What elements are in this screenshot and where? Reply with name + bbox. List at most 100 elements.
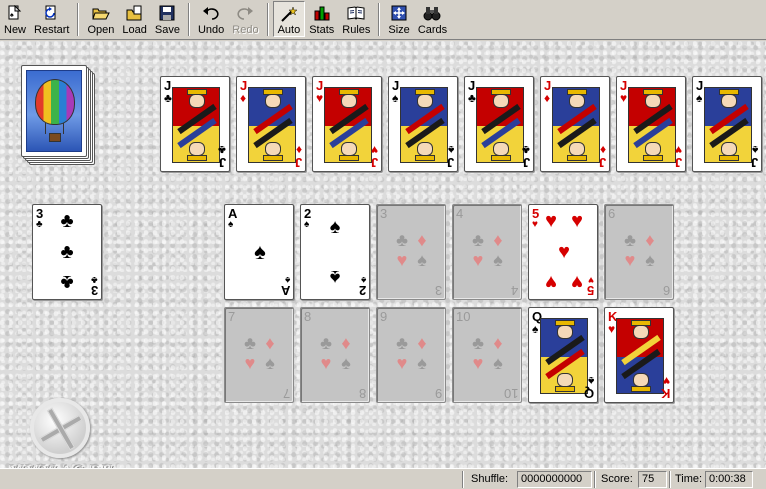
status-bar: Shuffle: 0000000000 Score: 75 Time: 0:00… (0, 468, 766, 489)
resize-icon (390, 4, 408, 22)
foundation-card[interactable]: J ♣ ♣ J (464, 76, 534, 172)
card-pip: ♣ (60, 210, 74, 232)
stock-pile[interactable] (21, 65, 99, 171)
size-button[interactable]: Size (384, 0, 413, 38)
card-rank: J (370, 155, 378, 170)
slot-suits-icon: ♣ ♦ ♥ ♠ (396, 333, 427, 373)
tableau-slot-3[interactable]: 3 ♣ ♦ ♥ ♠ 3 (376, 204, 446, 300)
slot-suits-icon: ♣ ♦ ♥ ♠ (244, 333, 275, 373)
foundation-card[interactable]: J ♠ ♠ J (692, 76, 762, 172)
redo-arrow-icon (236, 4, 254, 22)
tableau-card-two-spades[interactable]: 2 ♠ ♠ ♠ ♠ 2 (300, 204, 370, 300)
foundation-card[interactable]: J ♦ ♦ J (540, 76, 610, 172)
card-rank: 5 (586, 283, 594, 298)
hot-air-balloon-icon (35, 79, 75, 125)
cards-button[interactable]: Cards (414, 0, 451, 38)
card-suit: ♥ (608, 322, 616, 336)
slot-rank: 3 (380, 206, 388, 221)
foundation-card[interactable]: J ♠ ♠ J (388, 76, 458, 172)
load-icon (126, 4, 144, 22)
undo-button[interactable]: Undo (194, 0, 228, 38)
jack-portrait (172, 87, 220, 163)
slot-rank: 6 (662, 283, 670, 298)
slot-rank: 4 (510, 283, 518, 298)
toolbar-separator (77, 3, 80, 36)
slot-rank: 9 (434, 386, 442, 401)
auto-button[interactable]: Auto (272, 1, 306, 37)
save-disk-icon (158, 4, 176, 22)
foundation-card[interactable]: J ♥ ♥ J (312, 76, 382, 172)
king-portrait (616, 318, 664, 394)
tableau-card-queen-spades[interactable]: Q ♠ ♠ Q (528, 307, 598, 403)
open-button[interactable]: Open (83, 0, 118, 38)
card-pip: ♥ (545, 271, 557, 293)
size-button-label: Size (388, 24, 410, 36)
jack-portrait (552, 87, 600, 163)
stats-button[interactable]: Stats (305, 0, 338, 38)
toolbar-separator (266, 3, 269, 36)
slot-suits-icon: ♣ ♦ ♥ ♠ (396, 230, 427, 270)
card-table: J ♣ ♣ J J ♦ ♦ J J ♥ ♥ J J ♠ ♠ J J ♣ ♣ J J ♦ ♦ J J ♥ ♥ J J ♠ ♠ J 3 ♣ ♣ ♣… (0, 41, 766, 479)
tableau-slot-4[interactable]: 4 ♣ ♦ ♥ ♠ 4 (452, 204, 522, 300)
card-suit: ♠ (228, 219, 234, 230)
save-button[interactable]: Save (151, 0, 184, 38)
slot-rank: 10 (456, 309, 471, 324)
tableau-slot-6[interactable]: 6 ♣ ♦ ♥ ♠ 6 (604, 204, 674, 300)
balloon-rope (45, 123, 46, 134)
tableau-slot-7[interactable]: 7 ♣ ♦ ♥ ♠ 7 (224, 307, 294, 403)
new-button[interactable]: ♠ New (0, 0, 30, 38)
card-back-top[interactable] (21, 65, 87, 157)
toolbar-separator (378, 3, 381, 36)
slot-rank: 7 (282, 386, 290, 401)
load-button-label: Load (122, 24, 147, 36)
card-suit: ♣ (468, 91, 476, 105)
card-suit: ♠ (696, 91, 703, 105)
card-rank: J (750, 155, 758, 170)
card-pip: ♣ (60, 271, 74, 293)
card-pip: ♣ (60, 241, 74, 263)
foundation-card[interactable]: J ♣ ♣ J (160, 76, 230, 172)
open-folder-icon (92, 4, 110, 22)
card-rank: J (446, 155, 454, 170)
slot-suits-icon: ♣ ♦ ♥ ♠ (320, 333, 351, 373)
jack-portrait (400, 87, 448, 163)
card-pip: ♥ (558, 241, 570, 263)
foundation-card[interactable]: J ♦ ♦ J (236, 76, 306, 172)
slot-rank: 8 (358, 386, 366, 401)
tableau-card-five-hearts[interactable]: 5 ♥ ♥ ♥ ♥ ♥ ♥ ♥ 5 (528, 204, 598, 300)
tableau-slot-10[interactable]: 10 ♣ ♦ ♥ ♠ 10 (452, 307, 522, 403)
shuffle-value: 0000000000 (517, 471, 592, 488)
balloon-rope (63, 123, 64, 134)
time-value: 0:00:38 (705, 471, 753, 488)
tableau-card-king-hearts[interactable]: K ♥ ♥ K (604, 307, 674, 403)
load-button[interactable]: Load (118, 0, 150, 38)
jack-portrait (628, 87, 676, 163)
tableau-slot-8[interactable]: 8 ♣ ♦ ♥ ♠ 8 (300, 307, 370, 403)
svg-text:♠: ♠ (10, 12, 14, 19)
card-suit: ♣ (164, 91, 172, 105)
restart-button[interactable]: Restart (30, 0, 73, 38)
card-pip: ♠ (329, 216, 341, 238)
book-icon (347, 4, 365, 22)
card-rank: 2 (358, 283, 366, 298)
toolbar: ♠ New Restart Open Load Save Undo Redo A… (0, 0, 766, 40)
cards-button-label: Cards (417, 24, 448, 36)
score-value: 75 (638, 471, 667, 488)
slot-suits-icon: ♣ ♦ ♥ ♠ (624, 230, 655, 270)
redo-button[interactable]: Redo (228, 0, 262, 38)
card-suit: ♦ (544, 91, 551, 105)
foundation-card[interactable]: J ♥ ♥ J (616, 76, 686, 172)
card-rank: K (660, 386, 670, 401)
slot-rank: 9 (380, 309, 388, 324)
save-button-label: Save (154, 24, 180, 36)
status-divider (669, 471, 671, 488)
card-rank: J (294, 155, 302, 170)
rules-button[interactable]: Rules (338, 0, 374, 38)
waste-card[interactable]: 3 ♣ ♣ ♣ ♣ ♣ 3 (32, 204, 102, 300)
card-rank: A (280, 283, 290, 298)
card-rank: J (598, 155, 606, 170)
card-suit: ♠ (532, 322, 539, 336)
tableau-card-ace-spades[interactable]: A ♠ ♠ ♠ A (224, 204, 294, 300)
tableau-slot-9[interactable]: 9 ♣ ♦ ♥ ♠ 9 (376, 307, 446, 403)
queen-portrait (540, 318, 588, 394)
